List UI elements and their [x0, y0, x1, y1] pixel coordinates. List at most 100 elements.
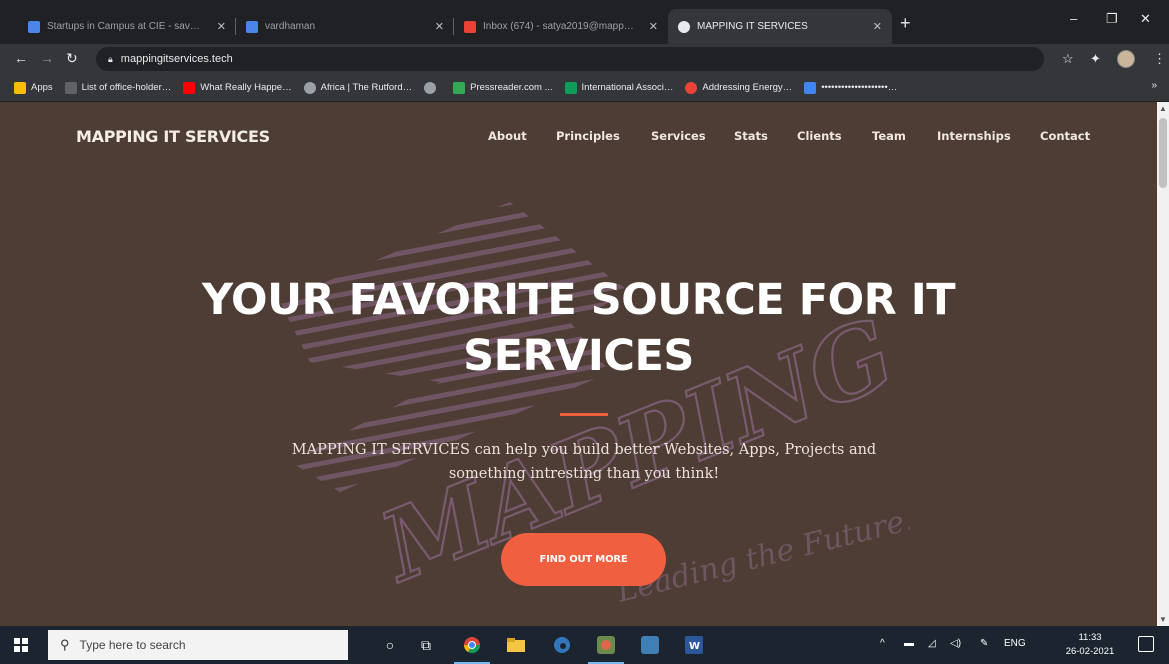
word-icon[interactable]: W — [684, 635, 704, 655]
bookmark-label: Pressreader.com ... — [470, 82, 553, 93]
page-scrollbar[interactable]: ▲ ▼ — [1157, 102, 1169, 626]
pen-icon[interactable]: ✎ — [980, 638, 988, 649]
new-tab-plus-icon[interactable]: + — [900, 13, 911, 34]
website-page: MAPPING Leading the Future... MAPPING IT… — [0, 102, 1157, 626]
file-explorer-icon[interactable] — [506, 635, 526, 655]
hero-subtitle-line1: MAPPING IT SERVICES can help you build b… — [291, 442, 877, 458]
bookmarks-overflow-icon[interactable]: » — [1151, 80, 1157, 91]
browser-tab-active[interactable]: MAPPING IT SERVICES ✕ — [668, 9, 892, 44]
scrollbar-thumb[interactable] — [1159, 118, 1167, 188]
globe-icon — [424, 81, 437, 94]
network-icon[interactable]: ◿ — [928, 638, 936, 649]
nav-contact[interactable]: Contact — [1040, 129, 1090, 143]
windows-start-icon[interactable] — [14, 638, 28, 652]
scroll-up-arrow-icon[interactable]: ▲ — [1159, 104, 1167, 113]
bookmark-item[interactable]: ••••••••••••••••••••… — [804, 81, 898, 94]
clock-time: 11:33 — [1078, 632, 1102, 643]
bookmark-item[interactable] — [424, 81, 441, 94]
svg-text:W: W — [689, 641, 700, 652]
nav-services[interactable]: Services — [651, 129, 706, 143]
nav-about[interactable]: About — [488, 129, 527, 143]
bookmark-item[interactable]: Addressing Energy… — [685, 81, 793, 94]
extensions-puzzle-icon[interactable]: ✦ — [1090, 51, 1101, 67]
browser-menu-icon[interactable]: ⋮ — [1153, 51, 1166, 67]
search-icon: ⚲ — [60, 637, 70, 652]
forward-arrow-icon[interactable]: → — [40, 50, 54, 66]
app-icon[interactable] — [640, 635, 660, 655]
bookmark-item[interactable]: What Really Happe… — [183, 81, 292, 94]
circle-icon — [685, 81, 698, 94]
bookmark-label: Addressing Energy… — [702, 82, 793, 93]
lock-icon: 🔒︎ — [108, 53, 113, 64]
reload-icon[interactable]: ↻ — [66, 50, 78, 67]
bookmark-item[interactable]: International Associ… — [564, 81, 674, 94]
maximize-icon[interactable]: ❐ — [1106, 11, 1118, 27]
browser-toolbar: ← → ↻ 🔒︎ mappingitservices.tech ☆ ✦ ⋮ — [0, 44, 1169, 74]
close-tab-icon[interactable]: ✕ — [217, 20, 226, 33]
browser-tab[interactable]: vardhaman ✕ — [236, 9, 454, 44]
pressreader-icon — [453, 81, 466, 94]
clock-date: 26-02-2021 — [1065, 646, 1115, 657]
document-icon — [564, 81, 577, 94]
bookmark-item[interactable]: Pressreader.com ... — [453, 81, 553, 94]
taskbar-clock[interactable]: 11:33 26-02-2021 — [1060, 631, 1120, 659]
hero-title-line2: SERVICES — [463, 331, 694, 381]
language-indicator[interactable]: ENG — [1004, 638, 1026, 649]
nav-team[interactable]: Team — [872, 129, 906, 143]
nav-internships[interactable]: Internships — [937, 129, 1011, 143]
browser-tab[interactable]: Startups in Campus at CIE - sav… ✕ — [18, 9, 236, 44]
bookmark-star-icon[interactable]: ☆ — [1062, 51, 1074, 67]
notification-center-icon[interactable] — [1138, 636, 1154, 652]
bookmark-label: List of office-holder… — [81, 82, 172, 93]
site-brand-logo[interactable]: MAPPING IT SERVICES — [76, 127, 270, 146]
back-arrow-icon[interactable]: ← — [14, 50, 28, 66]
find-out-more-button[interactable]: FIND OUT MORE — [501, 533, 666, 586]
search-placeholder: Type here to search — [79, 638, 186, 652]
bookmark-apps[interactable]: Apps — [14, 81, 53, 94]
minimize-icon[interactable]: – — [1070, 11, 1077, 26]
browser-tab-strip: Startups in Campus at CIE - sav… ✕ vardh… — [0, 0, 1169, 44]
bookmarks-bar: Apps List of office-holder… What Really … — [0, 74, 1169, 102]
hero-subtitle: MAPPING IT SERVICES can help you build b… — [0, 438, 1157, 486]
chrome-app-icon[interactable] — [454, 635, 490, 664]
volume-icon[interactable]: ◁) — [950, 638, 961, 649]
apps-grid-icon — [14, 81, 26, 94]
tab-favicon-icon — [28, 20, 40, 33]
youtube-icon — [183, 81, 196, 94]
address-bar[interactable]: 🔒︎ mappingitservices.tech — [96, 47, 1044, 71]
scroll-down-arrow-icon[interactable]: ▼ — [1159, 615, 1167, 624]
task-view-icon[interactable]: ⧉ — [416, 635, 436, 655]
browser-tab[interactable]: Inbox (674) - satya2019@mapp… ✕ — [454, 9, 668, 44]
wikipedia-icon — [64, 81, 77, 94]
cortana-circle-icon[interactable]: ○ — [380, 635, 400, 655]
hero-divider — [560, 413, 608, 416]
tab-title: MAPPING IT SERVICES — [697, 21, 808, 32]
hero-subtitle-line2: something intresting than you think! — [448, 466, 720, 482]
tray-app-icon[interactable]: ▬ — [904, 638, 914, 649]
bookmark-label: International Associ… — [581, 82, 674, 93]
nav-clients[interactable]: Clients — [797, 129, 842, 143]
taskbar-search-input[interactable]: ⚲ Type here to search — [48, 630, 348, 660]
profile-avatar[interactable] — [1117, 50, 1135, 68]
tab-title: vardhaman — [265, 21, 316, 32]
app-icon[interactable] — [588, 635, 624, 664]
bookmark-label: Apps — [31, 82, 53, 93]
tab-title: Inbox (674) - satya2019@mapp… — [483, 21, 634, 32]
bookmark-label: ••••••••••••••••••••… — [821, 82, 898, 93]
hero-title: YOUR FAVORITE SOURCE FOR IT SERVICES — [0, 272, 1157, 384]
window-close-icon[interactable]: ✕ — [1140, 11, 1151, 27]
nav-principles[interactable]: Principles — [556, 129, 620, 143]
edge-icon[interactable] — [552, 635, 572, 655]
bookmark-item[interactable]: Africa | The Rutford… — [303, 81, 412, 94]
bookmark-item[interactable]: List of office-holder… — [64, 81, 172, 94]
close-tab-icon[interactable]: ✕ — [435, 20, 444, 33]
close-tab-icon[interactable]: ✕ — [873, 20, 882, 33]
bookmark-label: What Really Happe… — [200, 82, 292, 93]
close-tab-icon[interactable]: ✕ — [649, 20, 658, 33]
globe-icon — [303, 81, 316, 94]
nav-stats[interactable]: Stats — [734, 129, 768, 143]
tray-chevron-up-icon[interactable]: ^ — [880, 638, 885, 649]
tab-favicon-icon — [246, 20, 258, 33]
link-icon — [804, 81, 817, 94]
hero-title-line1: YOUR FAVORITE SOURCE FOR IT — [201, 275, 956, 325]
